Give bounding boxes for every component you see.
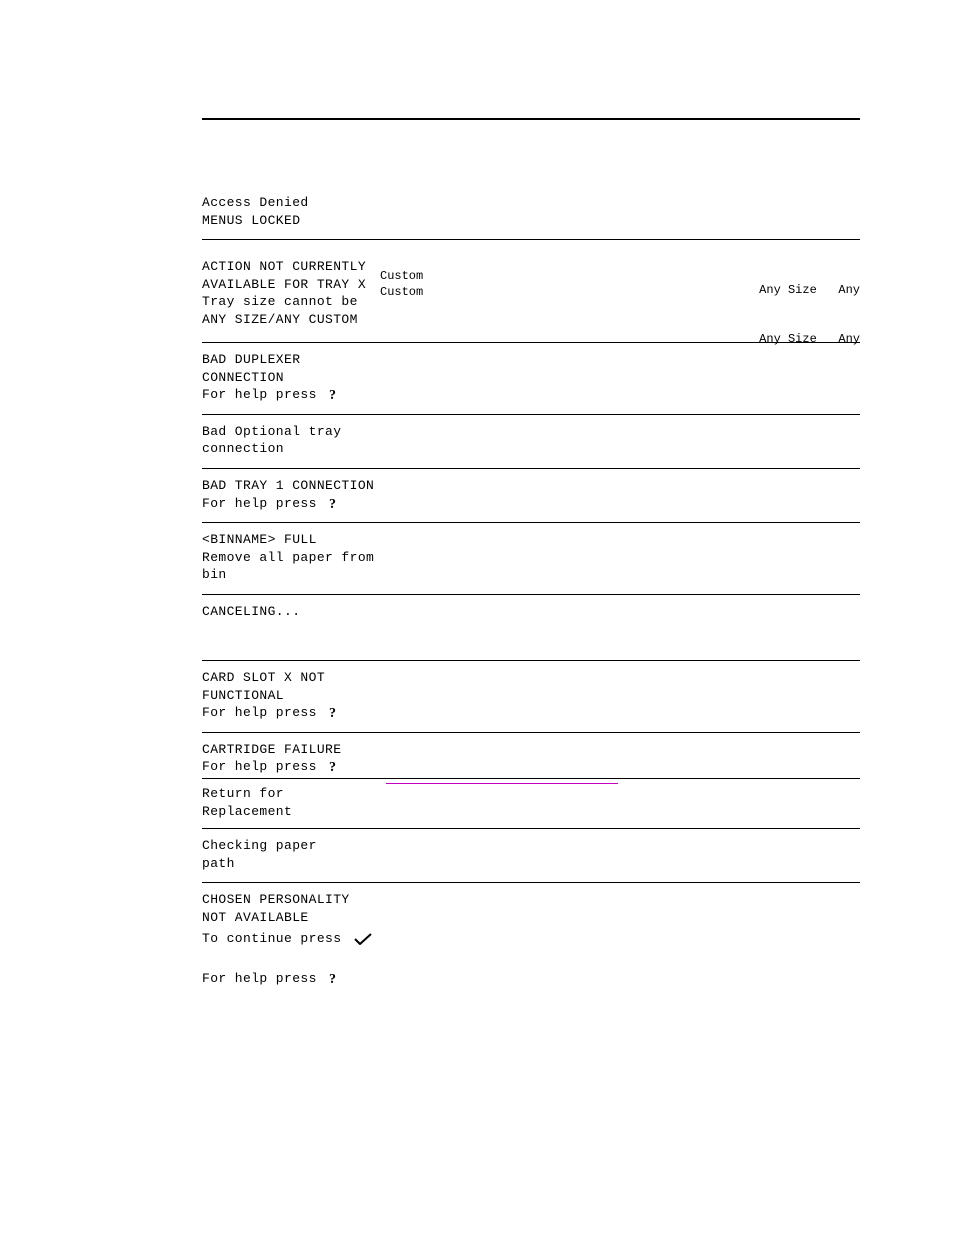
msg-line: Replacement bbox=[202, 803, 378, 821]
help-text: For help press bbox=[202, 971, 317, 986]
row-bad-tray1: BAD TRAY 1 CONNECTION For help press ? bbox=[202, 469, 860, 522]
msg-line: Checking paper bbox=[202, 837, 378, 855]
help-line: For help press ? bbox=[202, 386, 378, 404]
help-line: For help press ? bbox=[202, 970, 378, 988]
msg-line: Return for bbox=[202, 785, 378, 803]
msg-line: CONNECTION bbox=[202, 369, 378, 387]
help-text: For help press bbox=[202, 496, 317, 511]
row-cartridge-failure: CARTRIDGE FAILURE For help press ? bbox=[202, 733, 860, 778]
msg-line: CHOSEN PERSONALITY bbox=[202, 891, 378, 909]
row-checking-paper: Checking paper path bbox=[202, 829, 860, 882]
continue-text: To continue press bbox=[202, 931, 341, 946]
msg-line: FUNCTIONAL bbox=[202, 687, 378, 705]
msg-line: Remove all paper from bbox=[202, 549, 378, 567]
row-card-slot: CARD SLOT X NOT FUNCTIONAL For help pres… bbox=[202, 661, 860, 732]
continue-line: To continue press bbox=[202, 930, 378, 948]
msg-line: CARD SLOT X NOT bbox=[202, 669, 378, 687]
svg-text:?: ? bbox=[329, 760, 336, 773]
col2-text: Custom bbox=[380, 284, 670, 300]
row-binname-full: <BINNAME> FULL Remove all paper from bin bbox=[202, 523, 860, 594]
msg-line: ACTION NOT CURRENTLY bbox=[202, 258, 378, 276]
row-canceling: CANCELING... bbox=[202, 595, 860, 661]
right-frag-text: Any Size Any bbox=[759, 282, 860, 298]
msg-line: Tray size cannot be bbox=[202, 293, 378, 311]
question-mark-icon: ? bbox=[329, 496, 340, 510]
check-mark-icon bbox=[354, 933, 372, 945]
row-return-replacement: Return for Replacement bbox=[202, 779, 860, 828]
help-text: For help press bbox=[202, 387, 317, 402]
svg-text:?: ? bbox=[329, 706, 336, 719]
msg-line: BAD TRAY 1 CONNECTION bbox=[202, 477, 378, 495]
help-line: For help press ? bbox=[202, 495, 378, 513]
msg-line: connection bbox=[202, 440, 378, 458]
question-mark-icon: ? bbox=[329, 387, 340, 401]
msg-line: Access Denied bbox=[202, 194, 378, 212]
msg-line: CARTRIDGE FAILURE bbox=[202, 741, 378, 759]
msg-line: path bbox=[202, 855, 378, 873]
msg-line: AVAILABLE FOR TRAY X bbox=[202, 276, 378, 294]
msg-line: <BINNAME> FULL bbox=[202, 531, 378, 549]
svg-text:?: ? bbox=[329, 497, 336, 510]
msg-line: BAD DUPLEXER bbox=[202, 351, 378, 369]
row-access-denied: Access Denied MENUS LOCKED bbox=[202, 120, 860, 239]
row-action-not-available: ACTION NOT CURRENTLY AVAILABLE FOR TRAY … bbox=[202, 240, 860, 342]
row-chosen-personality: CHOSEN PERSONALITY NOT AVAILABLE To cont… bbox=[202, 883, 860, 1017]
question-mark-icon: ? bbox=[329, 705, 340, 719]
help-line: For help press ? bbox=[202, 758, 378, 776]
msg-line: Bad Optional tray bbox=[202, 423, 378, 441]
svg-text:?: ? bbox=[329, 972, 336, 985]
row-bad-duplexer: BAD DUPLEXER CONNECTION For help press ? bbox=[202, 343, 860, 414]
help-text: For help press bbox=[202, 705, 317, 720]
question-mark-icon: ? bbox=[329, 759, 340, 773]
help-text: For help press bbox=[202, 759, 317, 774]
msg-line: MENUS LOCKED bbox=[202, 212, 378, 230]
msg-line: ANY SIZE/ANY CUSTOM bbox=[202, 311, 378, 329]
help-line: For help press ? bbox=[202, 704, 378, 722]
row-bad-optional-tray: Bad Optional tray connection bbox=[202, 415, 860, 468]
question-mark-icon: ? bbox=[329, 971, 340, 985]
msg-line: CANCELING... bbox=[202, 603, 378, 621]
msg-line: NOT AVAILABLE bbox=[202, 909, 378, 927]
msg-line: bin bbox=[202, 566, 378, 584]
col2-text: Custom bbox=[380, 268, 670, 284]
svg-text:?: ? bbox=[329, 388, 336, 401]
